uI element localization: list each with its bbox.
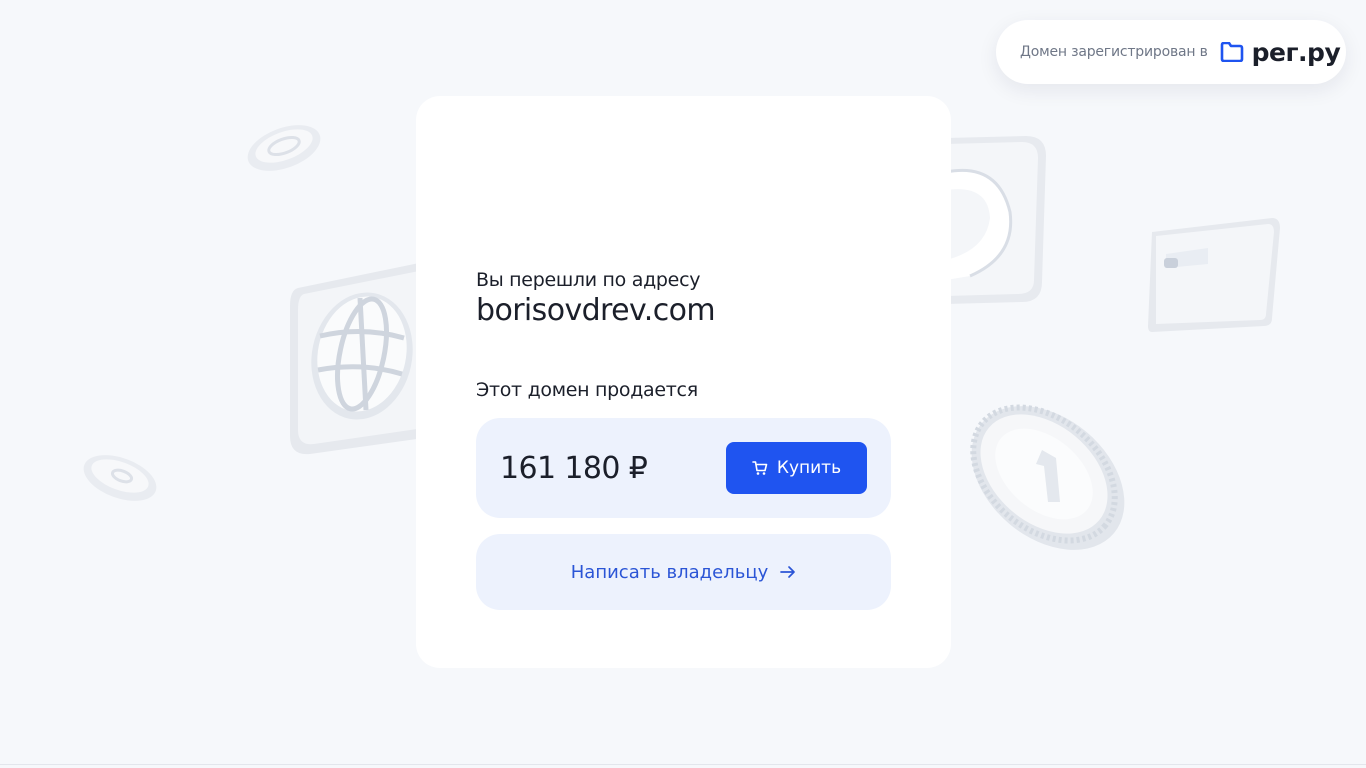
contact-owner-label: Написать владельцу <box>570 561 769 583</box>
arrow-right-icon <box>780 566 796 578</box>
small-coin-left-decoration <box>83 455 157 501</box>
lock-tile-decoration <box>946 136 1046 304</box>
contact-owner-button[interactable]: Написать владельцу <box>476 534 891 610</box>
price-box: 161 180 ₽ Купить <box>476 418 891 518</box>
redirect-subtitle: Вы перешли по адресу <box>476 269 701 291</box>
domain-sale-card: Вы перешли по адресу borisovdrev.com Это… <box>416 96 951 668</box>
globe-tile-decoration <box>290 262 424 455</box>
folder-icon <box>1220 42 1243 62</box>
buy-button-label: Купить <box>776 458 842 478</box>
page: Домен зарегистрирован в рег.ру Вы перешл… <box>0 0 1366 768</box>
sale-label: Этот домен продается <box>476 379 698 401</box>
registrar-text: Домен зарегистрирован в <box>1020 44 1208 60</box>
card-tile-decoration <box>1148 218 1280 332</box>
registrar-logo[interactable]: рег.ру <box>1220 38 1341 67</box>
registrar-badge[interactable]: Домен зарегистрирован в рег.ру <box>996 20 1346 84</box>
registrar-brand-name: рег.ру <box>1251 37 1341 67</box>
small-coin-top-left-decoration <box>247 125 321 171</box>
domain-name: borisovdrev.com <box>476 293 716 328</box>
bottom-divider <box>0 764 1366 765</box>
price-value: 161 180 ₽ <box>500 450 648 486</box>
cart-icon <box>752 461 768 475</box>
coin-decoration <box>970 404 1125 550</box>
buy-button[interactable]: Купить <box>726 442 867 494</box>
